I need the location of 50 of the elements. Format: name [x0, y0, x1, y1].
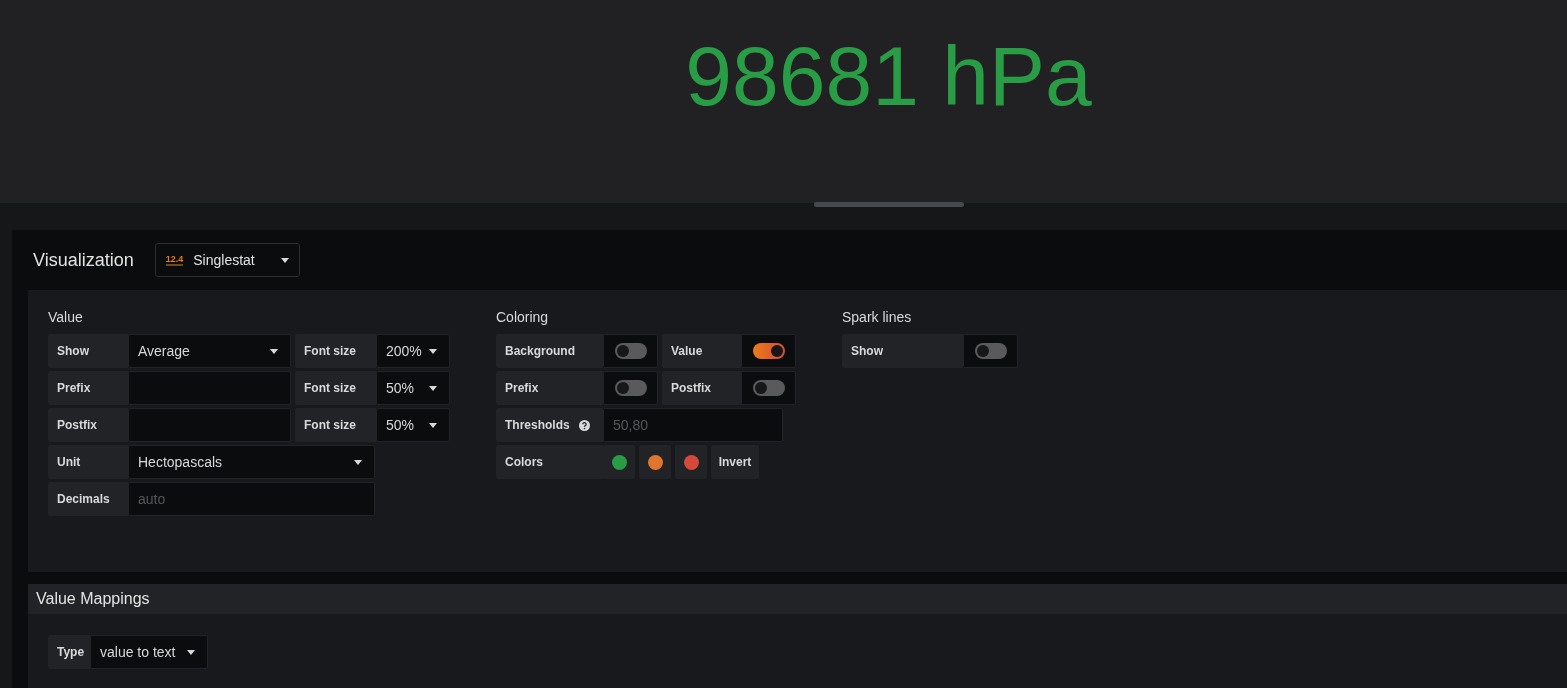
toggle-switch[interactable]: [614, 343, 647, 359]
help-icon[interactable]: [578, 419, 590, 431]
toggle-switch[interactable]: [752, 380, 785, 396]
singlestat-logo: 12.4: [165, 254, 184, 266]
caret-icon: [429, 385, 437, 391]
caret-icon: [354, 459, 362, 465]
caret-icon: [429, 348, 437, 354]
resize-handle[interactable]: [813, 202, 964, 207]
field-label: Font size: [304, 381, 356, 395]
color-swatch[interactable]: [611, 454, 627, 470]
field-label: Prefix: [505, 381, 539, 395]
field-label: Postfix: [671, 381, 711, 395]
dropdown[interactable]: Hectopascals: [128, 445, 375, 479]
field-label: Colors: [505, 455, 543, 469]
caret-icon: [280, 257, 289, 263]
toggle-switch[interactable]: [614, 380, 647, 396]
field-label: Decimals: [57, 492, 110, 506]
field-label: Thresholds: [505, 418, 570, 432]
section-title: Coloring: [496, 309, 550, 325]
caret-icon: [187, 649, 195, 655]
field-label: Font size: [304, 344, 356, 358]
field-label: Unit: [57, 455, 81, 469]
dropdown[interactable]: value to text: [90, 635, 208, 669]
caret-icon: [429, 422, 437, 428]
field-label: Prefix: [57, 381, 91, 395]
field-label: Background: [505, 344, 575, 358]
dropdown[interactable]: 50%: [376, 371, 450, 405]
dropdown[interactable]: Average: [128, 334, 291, 368]
section-title: Value: [48, 309, 84, 325]
section-header: Value Mappings: [28, 584, 1567, 614]
invert-button[interactable]: Invert: [711, 445, 759, 479]
field-label: Show: [57, 344, 89, 358]
color-swatch[interactable]: [647, 454, 663, 470]
stat-value: 98681 hPa: [685, 34, 1092, 118]
input-field[interactable]: auto: [129, 483, 374, 515]
input-field[interactable]: 50,80: [604, 409, 782, 441]
field-label: Type: [57, 645, 85, 659]
visualization-picker[interactable]: 12.4 Singlestat: [154, 243, 300, 277]
dropdown[interactable]: 50%: [376, 408, 450, 442]
section-title: Spark lines: [842, 309, 913, 325]
caret-icon: [270, 348, 278, 354]
toggle-switch[interactable]: [974, 343, 1007, 359]
field-label: Value: [671, 344, 703, 358]
field-label: Show: [851, 344, 883, 358]
color-swatch[interactable]: [683, 454, 699, 470]
section-title: Visualization: [33, 249, 134, 271]
field-label: Postfix: [57, 418, 97, 432]
dropdown[interactable]: 200%: [376, 334, 450, 368]
toggle-switch[interactable]: [752, 343, 785, 359]
field-label: Font size: [304, 418, 356, 432]
